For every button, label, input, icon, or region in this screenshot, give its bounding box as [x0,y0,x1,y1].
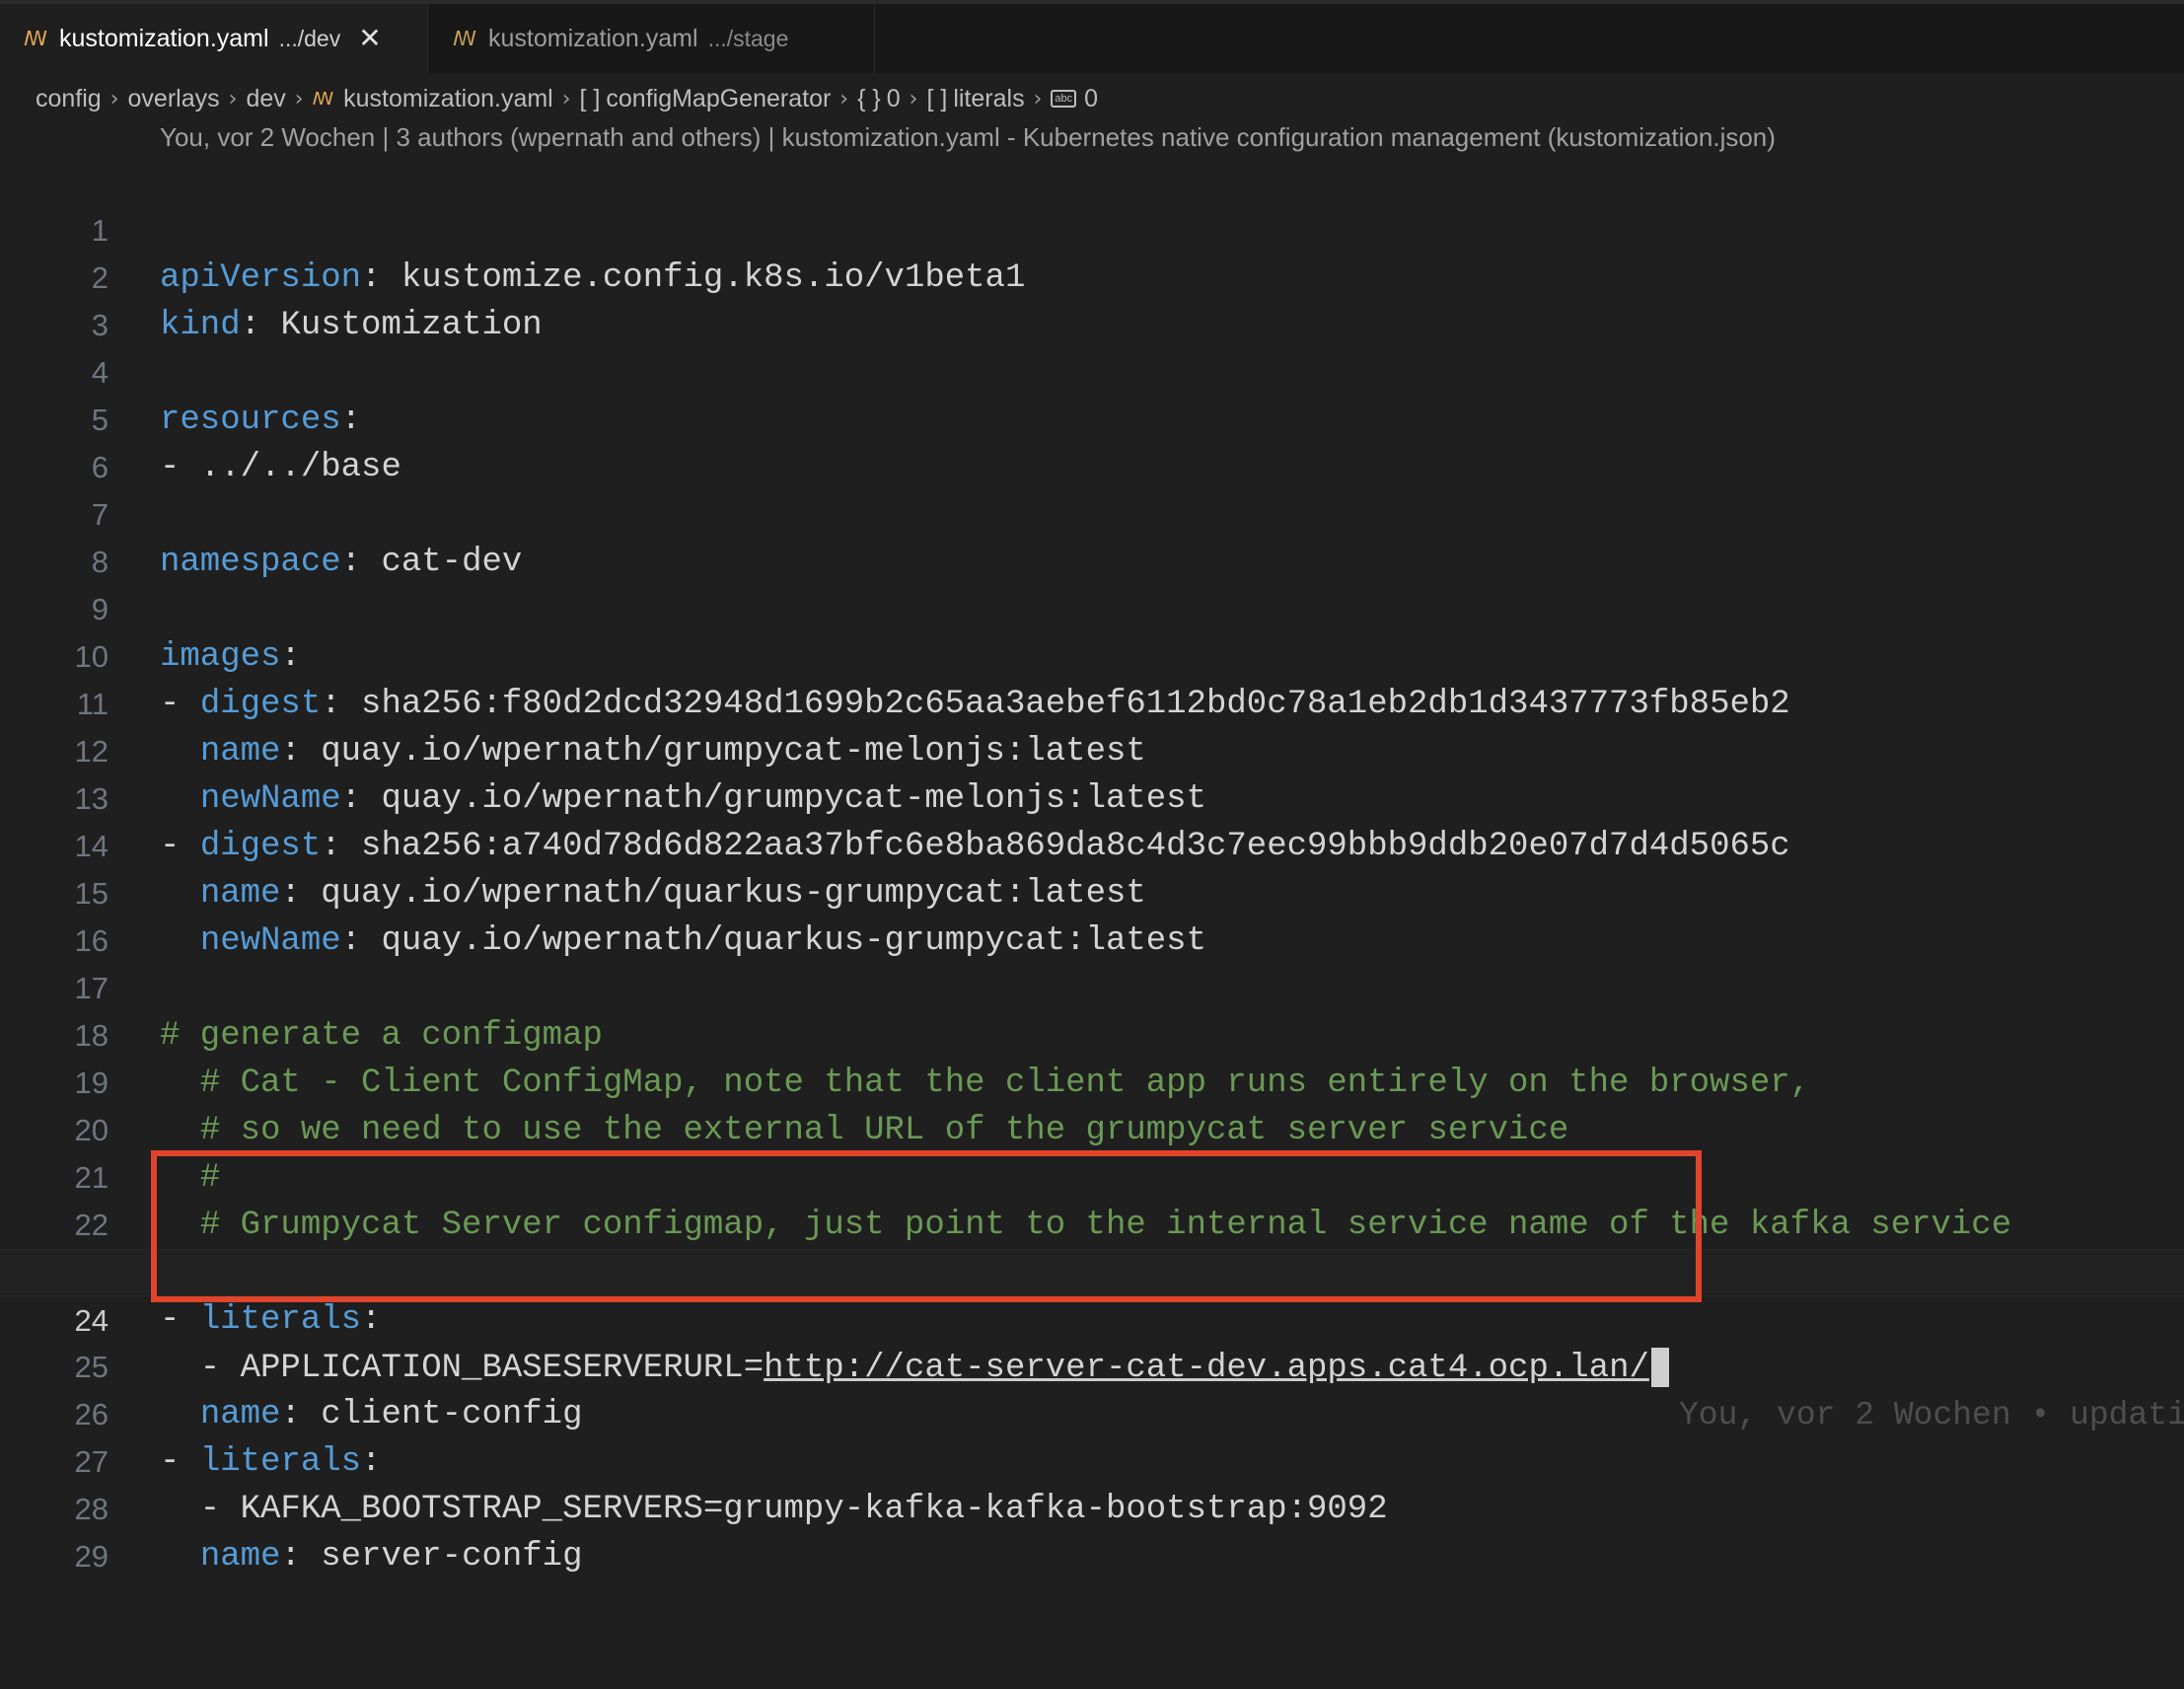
code-line: 15 newName: quay.io/wpernath/quarkus-gru… [0,823,2184,960]
object-icon: { } [857,84,881,112]
code-line: 23 - literals: [0,1202,2184,1339]
code-line: 28 name: server-config [0,1438,2184,1576]
yaml-icon: ꟿ [312,88,334,110]
code-line: 20 # [0,1060,2184,1197]
breadcrumb-item-overlays[interactable]: overlays [128,85,220,113]
yaml-icon: ꟿ [24,27,47,50]
code-line: 19 # so we need to use the external URL … [0,1012,2184,1149]
chevron-right-icon: › [909,86,918,111]
code-line: 21 # Grumpycat Server configmap, just po… [0,1107,2184,1244]
tab-kustomization-dev[interactable]: ꟿ kustomization.yaml .../dev ✕ [0,4,428,73]
chevron-right-icon: › [839,86,849,111]
code-line: 14 name: quay.io/wpernath/quarkus-grumpy… [0,775,2184,913]
code-line: 13 - digest: sha256:a740d78d6d822aa37bfc… [0,728,2184,865]
yaml-icon: ꟿ [453,27,476,50]
code-line: 5 - ../../base [0,349,2184,486]
code-line: 2 kind: Kustomization [0,207,2184,344]
code-line: 7 namespace: cat-dev [0,444,2184,581]
code-line: 29 [0,1486,2184,1574]
breadcrumb-item-configmapgenerator[interactable]: configMapGenerator [606,85,831,113]
code-line: 22 configMapGenerator: [0,1154,2184,1291]
tab-label: kustomization.yaml [58,24,269,52]
array-icon: [ ] [579,84,601,112]
code-line: 8 [0,491,2184,579]
breadcrumb-item-config[interactable]: config [36,85,102,113]
code-line: 4 resources: [0,302,2184,439]
tab-label: kustomization.yaml [487,24,698,52]
chevron-right-icon: › [109,86,119,111]
code-line: 25 name: client-config [0,1296,2184,1433]
git-blame-codelens[interactable]: You, vor 2 Wochen | 3 authors (wpernath … [160,122,1776,153]
string-icon: abc [1051,90,1077,108]
chevron-right-icon: › [294,86,304,111]
code-line: 17 # generate a configmap [0,918,2184,1055]
breadcrumb-item-dev[interactable]: dev [246,85,285,113]
code-line: 16 [0,870,2184,958]
chevron-right-icon: › [228,86,238,111]
code-line: 1 apiVersion: kustomize.config.k8s.io/v1… [0,160,2184,297]
code-line: 11 name: quay.io/wpernath/grumpycat-melo… [0,633,2184,771]
code-line: 12 newName: quay.io/wpernath/grumpycat-m… [0,681,2184,818]
chevron-right-icon: › [1033,86,1043,111]
code-editor[interactable]: 1 apiVersion: kustomize.config.k8s.io/v1… [0,160,2184,1576]
chevron-right-icon: › [561,86,571,111]
breadcrumb-item-literal-index[interactable]: 0 [1084,85,1098,113]
array-icon: [ ] [926,84,948,112]
tab-description: .../stage [707,25,789,51]
close-icon[interactable]: ✕ [358,25,381,52]
code-line-current: 24 - APPLICATION_BASESERVERURL=http://ca… [0,1249,2184,1433]
tab-kustomization-stage[interactable]: ꟿ kustomization.yaml .../stage [429,4,875,73]
code-line: 26 - literals: [0,1344,2184,1481]
code-line: 6 [0,397,2184,484]
code-line: 9 images: [0,539,2184,676]
line-number: 29 [74,1539,109,1574]
code-line: 3 [0,255,2184,342]
breadcrumb-item-index[interactable]: 0 [887,85,901,113]
code-line: 27 - KAFKA_BOOTSTRAP_SERVERS=grumpy-kafk… [0,1391,2184,1528]
code-line: 10 - digest: sha256:f80d2dcd32948d1699b2… [0,586,2184,723]
yaml-key: name [199,1538,281,1576]
code-line: 18 # Cat - Client ConfigMap, note that t… [0,965,2184,1102]
yaml-value: server-config [321,1538,583,1576]
breadcrumb-item-literals[interactable]: literals [953,85,1024,113]
tab-bar: ꟿ kustomization.yaml .../dev ✕ ꟿ kustomi… [0,0,2184,73]
tab-description: .../dev [278,25,341,51]
breadcrumb-item-file[interactable]: kustomization.yaml [343,85,553,113]
breadcrumb: config › overlays › dev › ꟿ kustomizatio… [36,79,1098,118]
